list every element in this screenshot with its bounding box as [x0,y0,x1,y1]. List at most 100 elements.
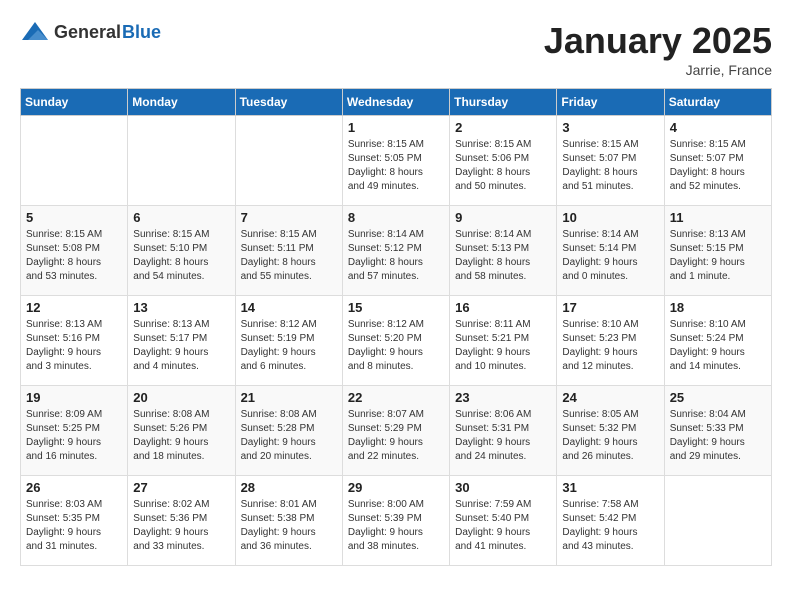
day-number: 11 [670,210,766,225]
calendar-cell: 9 Sunrise: 8:14 AM Sunset: 5:13 PM Daylig… [450,206,557,296]
day-info: Sunrise: 7:58 AM Sunset: 5:42 PM Dayligh… [562,498,658,554]
day-info: Sunrise: 8:15 AM Sunset: 5:10 PM Dayligh… [133,228,229,284]
day-info: Sunrise: 8:15 AM Sunset: 5:08 PM Dayligh… [26,228,122,284]
day-number: 19 [26,390,122,405]
calendar-cell: 19 Sunrise: 8:09 AM Sunset: 5:25 PM Dayli… [21,386,128,476]
day-info: Sunrise: 8:02 AM Sunset: 5:36 PM Dayligh… [133,498,229,554]
day-number: 17 [562,300,658,315]
day-number: 6 [133,210,229,225]
day-number: 25 [670,390,766,405]
week-row-2: 5 Sunrise: 8:15 AM Sunset: 5:08 PM Daylig… [21,206,772,296]
header-row: SundayMondayTuesdayWednesdayThursdayFrid… [21,89,772,116]
calendar-cell: 18 Sunrise: 8:10 AM Sunset: 5:24 PM Dayli… [664,296,771,386]
calendar-cell: 29 Sunrise: 8:00 AM Sunset: 5:39 PM Dayli… [342,476,449,566]
calendar-cell: 2Sunrise: 8:15 AM Sunset: 5:06 PM Daylig… [450,116,557,206]
day-info: Sunrise: 8:10 AM Sunset: 5:23 PM Dayligh… [562,318,658,374]
header-day-friday: Friday [557,89,664,116]
day-info: Sunrise: 8:13 AM Sunset: 5:15 PM Dayligh… [670,228,766,284]
day-number: 18 [670,300,766,315]
header-day-saturday: Saturday [664,89,771,116]
day-info: Sunrise: 8:13 AM Sunset: 5:17 PM Dayligh… [133,318,229,374]
calendar-cell: 31Sunrise: 7:58 AM Sunset: 5:42 PM Dayli… [557,476,664,566]
day-number: 30 [455,480,551,495]
day-info: Sunrise: 8:12 AM Sunset: 5:19 PM Dayligh… [241,318,337,374]
header-day-tuesday: Tuesday [235,89,342,116]
day-info: Sunrise: 8:01 AM Sunset: 5:38 PM Dayligh… [241,498,337,554]
calendar-table: SundayMondayTuesdayWednesdayThursdayFrid… [20,88,772,566]
day-number: 3 [562,120,658,135]
calendar-cell [128,116,235,206]
calendar-cell: 4 Sunrise: 8:15 AM Sunset: 5:07 PM Daylig… [664,116,771,206]
day-number: 21 [241,390,337,405]
calendar-cell: 25Sunrise: 8:04 AM Sunset: 5:33 PM Dayli… [664,386,771,476]
day-info: Sunrise: 8:15 AM Sunset: 5:07 PM Dayligh… [562,138,658,194]
week-row-3: 12 Sunrise: 8:13 AM Sunset: 5:16 PM Dayli… [21,296,772,386]
day-info: Sunrise: 8:08 AM Sunset: 5:28 PM Dayligh… [241,408,337,464]
day-info: Sunrise: 8:12 AM Sunset: 5:20 PM Dayligh… [348,318,444,374]
calendar-cell: 24Sunrise: 8:05 AM Sunset: 5:32 PM Dayli… [557,386,664,476]
header: General Blue January 2025 Jarrie, France [20,20,772,78]
logo: General Blue [20,20,161,44]
calendar-cell: 5 Sunrise: 8:15 AM Sunset: 5:08 PM Daylig… [21,206,128,296]
day-number: 7 [241,210,337,225]
calendar-cell: 13 Sunrise: 8:13 AM Sunset: 5:17 PM Dayli… [128,296,235,386]
header-day-monday: Monday [128,89,235,116]
calendar-cell: 7Sunrise: 8:15 AM Sunset: 5:11 PM Daylig… [235,206,342,296]
calendar-cell: 10Sunrise: 8:14 AM Sunset: 5:14 PM Dayli… [557,206,664,296]
logo-text-general: General [54,22,121,43]
day-number: 4 [670,120,766,135]
calendar-cell: 21 Sunrise: 8:08 AM Sunset: 5:28 PM Dayli… [235,386,342,476]
week-row-5: 26Sunrise: 8:03 AM Sunset: 5:35 PM Dayli… [21,476,772,566]
calendar-cell: 12 Sunrise: 8:13 AM Sunset: 5:16 PM Dayli… [21,296,128,386]
calendar-cell [21,116,128,206]
calendar-cell: 26Sunrise: 8:03 AM Sunset: 5:35 PM Dayli… [21,476,128,566]
day-number: 16 [455,300,551,315]
calendar-cell: 6 Sunrise: 8:15 AM Sunset: 5:10 PM Daylig… [128,206,235,296]
day-info: Sunrise: 8:03 AM Sunset: 5:35 PM Dayligh… [26,498,122,554]
calendar-cell: 11 Sunrise: 8:13 AM Sunset: 5:15 PM Dayli… [664,206,771,296]
calendar-cell: 16 Sunrise: 8:11 AM Sunset: 5:21 PM Dayli… [450,296,557,386]
day-number: 28 [241,480,337,495]
calendar-cell: 1 Sunrise: 8:15 AM Sunset: 5:05 PM Daylig… [342,116,449,206]
day-info: Sunrise: 8:09 AM Sunset: 5:25 PM Dayligh… [26,408,122,464]
header-day-wednesday: Wednesday [342,89,449,116]
week-row-4: 19 Sunrise: 8:09 AM Sunset: 5:25 PM Dayli… [21,386,772,476]
day-number: 12 [26,300,122,315]
day-info: Sunrise: 8:10 AM Sunset: 5:24 PM Dayligh… [670,318,766,374]
day-number: 14 [241,300,337,315]
calendar-cell: 17 Sunrise: 8:10 AM Sunset: 5:23 PM Dayli… [557,296,664,386]
calendar-cell: 14 Sunrise: 8:12 AM Sunset: 5:19 PM Dayli… [235,296,342,386]
header-day-thursday: Thursday [450,89,557,116]
day-info: Sunrise: 8:11 AM Sunset: 5:21 PM Dayligh… [455,318,551,374]
day-info: Sunrise: 8:13 AM Sunset: 5:16 PM Dayligh… [26,318,122,374]
day-number: 27 [133,480,229,495]
calendar-cell: 28 Sunrise: 8:01 AM Sunset: 5:38 PM Dayli… [235,476,342,566]
day-number: 9 [455,210,551,225]
day-number: 8 [348,210,444,225]
day-number: 23 [455,390,551,405]
logo-icon [20,20,50,44]
day-info: Sunrise: 8:14 AM Sunset: 5:14 PM Dayligh… [562,228,658,284]
day-number: 5 [26,210,122,225]
day-number: 29 [348,480,444,495]
day-info: Sunrise: 8:15 AM Sunset: 5:07 PM Dayligh… [670,138,766,194]
location: Jarrie, France [544,62,772,78]
logo-text-blue: Blue [122,22,161,43]
calendar-cell: 15Sunrise: 8:12 AM Sunset: 5:20 PM Dayli… [342,296,449,386]
calendar-cell: 23Sunrise: 8:06 AM Sunset: 5:31 PM Dayli… [450,386,557,476]
day-number: 1 [348,120,444,135]
day-info: Sunrise: 8:14 AM Sunset: 5:12 PM Dayligh… [348,228,444,284]
calendar-cell [664,476,771,566]
day-info: Sunrise: 8:15 AM Sunset: 5:06 PM Dayligh… [455,138,551,194]
month-title: January 2025 [544,20,772,62]
day-info: Sunrise: 8:14 AM Sunset: 5:13 PM Dayligh… [455,228,551,284]
day-info: Sunrise: 8:00 AM Sunset: 5:39 PM Dayligh… [348,498,444,554]
calendar-cell: 8 Sunrise: 8:14 AM Sunset: 5:12 PM Daylig… [342,206,449,296]
title-area: January 2025 Jarrie, France [544,20,772,78]
calendar-cell: 20Sunrise: 8:08 AM Sunset: 5:26 PM Dayli… [128,386,235,476]
day-number: 13 [133,300,229,315]
day-info: Sunrise: 8:15 AM Sunset: 5:05 PM Dayligh… [348,138,444,194]
day-info: Sunrise: 8:07 AM Sunset: 5:29 PM Dayligh… [348,408,444,464]
calendar-cell: 22 Sunrise: 8:07 AM Sunset: 5:29 PM Dayli… [342,386,449,476]
day-number: 22 [348,390,444,405]
